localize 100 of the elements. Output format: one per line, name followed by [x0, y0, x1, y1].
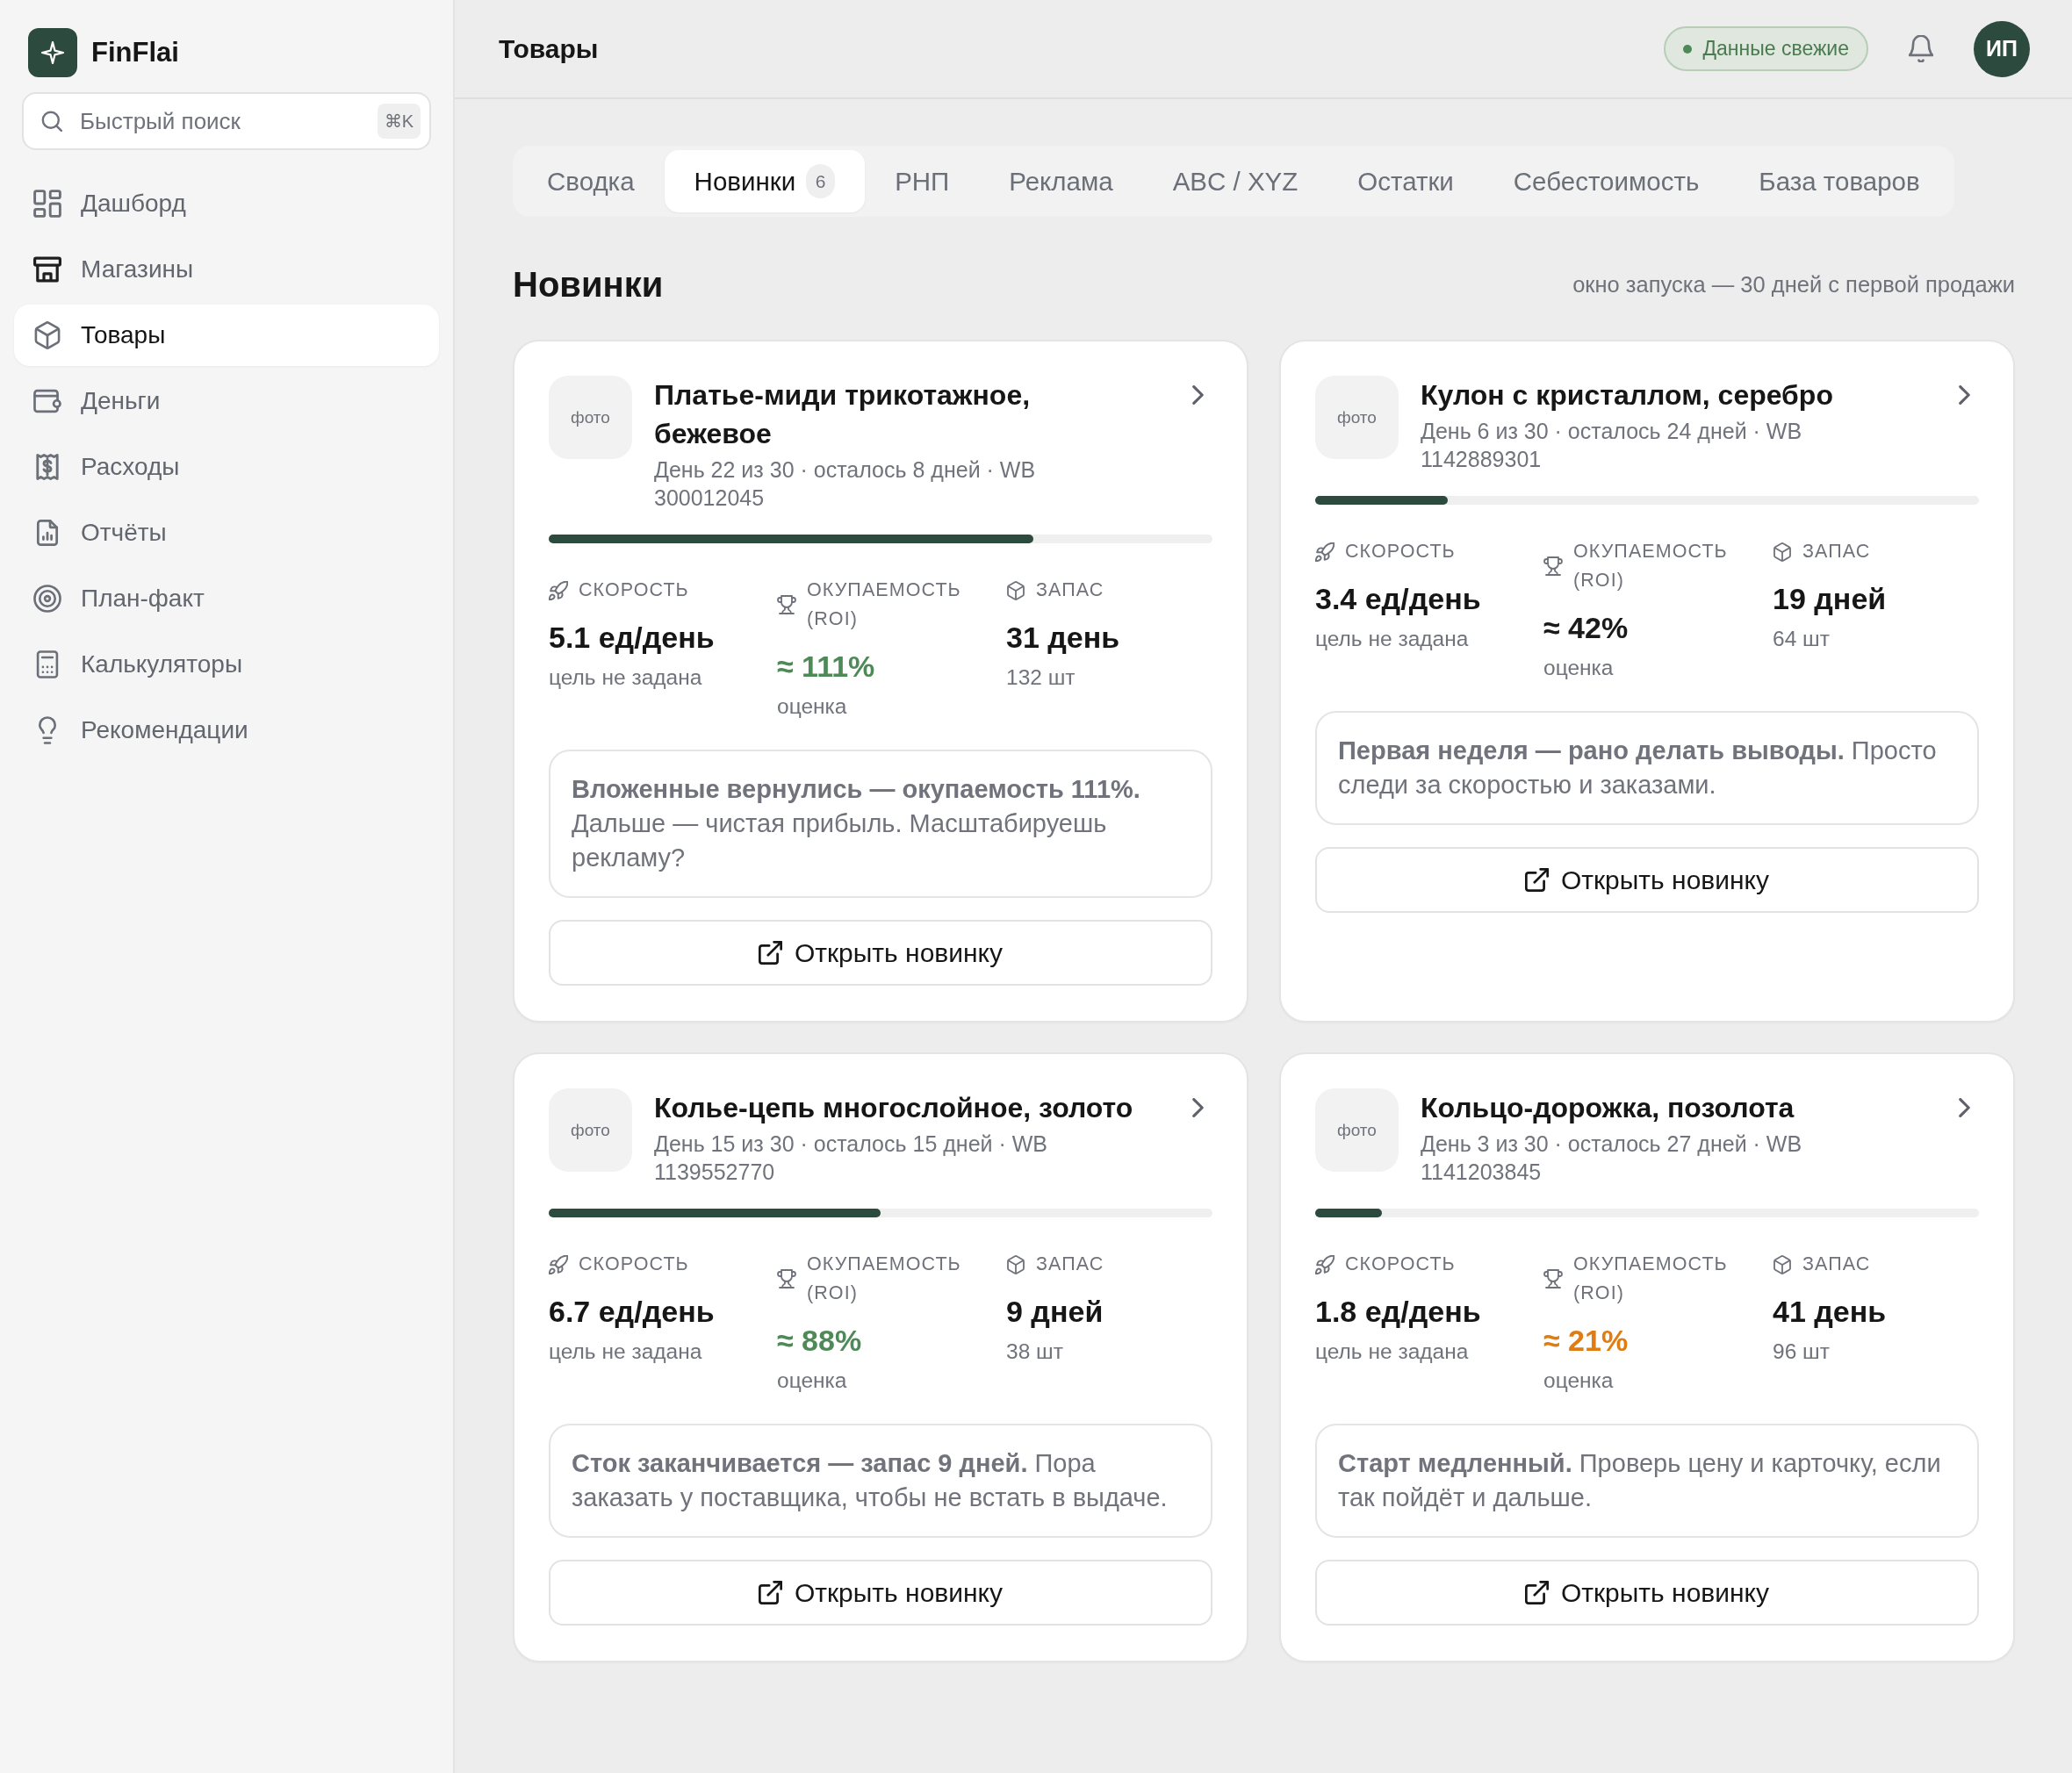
- metric-note: цель не задана: [1315, 1339, 1470, 1365]
- metric-note: 96 шт: [1773, 1339, 1831, 1365]
- metric-value: ≈ 111%: [777, 649, 876, 685]
- nav-item[interactable]: Расходы: [14, 436, 439, 498]
- chevron-right-icon[interactable]: [1959, 385, 1970, 405]
- nav-item[interactable]: Калькуляторы: [14, 634, 439, 695]
- tab[interactable]: ABC / XYZ: [1142, 150, 1328, 212]
- metric-label: СКОРОСТЬ: [579, 578, 689, 602]
- metric-value: 41 день: [1773, 1294, 1888, 1330]
- chevron-right-icon[interactable]: [1959, 1098, 1970, 1117]
- count-badge: 6: [806, 164, 836, 198]
- metric-value: 5.1 ед/день: [549, 620, 716, 656]
- advice-note: Сток заканчивается — запас 9 дней. Пора заказать у поставщика, чтобы не встать в выдаче.: [549, 1424, 1212, 1538]
- nav-item[interactable]: Деньги: [14, 370, 439, 432]
- status-dot-icon: [1683, 44, 1693, 54]
- page-title: Товары: [499, 33, 599, 64]
- metric-label: СКОРОСТЬ: [579, 1253, 689, 1276]
- nav-item[interactable]: Товары: [14, 305, 439, 366]
- cube-icon: [1773, 542, 1792, 562]
- metric-value: 3.4 ед/день: [1315, 581, 1482, 617]
- metric-label: ОКУПАЕМОСТЬ (ROI): [1573, 540, 1729, 592]
- photo-caption: фото: [1337, 407, 1377, 427]
- nav-item[interactable]: Магазины: [14, 239, 439, 300]
- open-product-button[interactable]: Открыть новинку: [549, 1560, 1212, 1626]
- metric-note: оценка: [1543, 1367, 1615, 1394]
- open-product-button[interactable]: Открыть новинку: [1315, 1560, 1979, 1626]
- cube-icon: [1006, 1254, 1025, 1274]
- metric-label: ОКУПАЕМОСТЬ (ROI): [1573, 1253, 1729, 1305]
- tab[interactable]: База товаров: [1729, 150, 1950, 212]
- nav-item[interactable]: Рекомендации: [14, 700, 439, 761]
- external-link-icon: [1524, 1581, 1549, 1604]
- shortcut-hint: ⌘K: [377, 104, 421, 139]
- trophy-icon: [777, 595, 796, 614]
- product-title: Колье-цепь многослойное, золото: [654, 1091, 1134, 1125]
- store-icon: [33, 255, 61, 284]
- chevron-right-icon[interactable]: [1192, 385, 1204, 405]
- metric-note: 64 шт: [1773, 626, 1831, 652]
- metric-note: оценка: [777, 693, 848, 720]
- metric-value: 9 дней: [1006, 1294, 1104, 1330]
- tab[interactable]: Остатки: [1327, 150, 1484, 212]
- section-title: Новинки: [513, 264, 664, 305]
- advice-note: Первая неделя — рано делать выводы. Просто следи за скоростью и заказами.: [1315, 711, 1979, 825]
- metric-value: ≈ 88%: [777, 1323, 863, 1359]
- search-icon: [41, 111, 62, 132]
- metric-value: 6.7 ед/день: [549, 1294, 716, 1330]
- product-title: Кулон с кристаллом, серебро: [1421, 378, 1834, 413]
- metric-value: ≈ 42%: [1543, 610, 1630, 646]
- status-label: Данные свежие: [1702, 37, 1849, 61]
- metric-label: ЗАПАС: [1802, 540, 1871, 563]
- nav-item[interactable]: Дашборд: [14, 173, 439, 234]
- bell-icon[interactable]: [1909, 35, 1933, 62]
- grid-icon: [33, 190, 61, 218]
- product-title: Платье-миди трикотажное, бежевое: [654, 378, 1032, 451]
- product-meta: День 15 из 30 · осталось 15 дней · WB 1139552770: [654, 1131, 1048, 1186]
- rocket-icon: [1315, 542, 1335, 562]
- cube-icon: [1773, 1254, 1792, 1274]
- metric-value: ≈ 21%: [1543, 1323, 1630, 1359]
- rocket-icon: [549, 1254, 568, 1274]
- metric-note: 132 шт: [1006, 664, 1076, 691]
- metric-note: оценка: [777, 1367, 848, 1394]
- product-meta: День 3 из 30 · осталось 27 дней · WB 1141203845: [1421, 1131, 1803, 1186]
- metric-note: оценка: [1543, 655, 1615, 681]
- open-product-button[interactable]: Открыть новинку: [1315, 847, 1979, 913]
- section-hint: окно запуска — 30 дней с первой продажи: [1572, 271, 2015, 298]
- metric-note: цель не задана: [549, 664, 703, 691]
- user-avatar[interactable]: ИП: [1974, 20, 2030, 77]
- open-product-button[interactable]: Открыть новинку: [549, 920, 1212, 986]
- target-icon: [33, 585, 61, 613]
- cube-icon: [1006, 580, 1025, 600]
- receipt-icon: [33, 453, 61, 481]
- nav-item[interactable]: План-факт: [14, 568, 439, 629]
- product-title: Кольцо-дорожка, позолота: [1421, 1091, 1795, 1125]
- metric-label: СКОРОСТЬ: [1345, 540, 1456, 563]
- photo-caption: фото: [571, 407, 610, 427]
- chevron-right-icon[interactable]: [1192, 1098, 1204, 1117]
- metric-value: 19 дней: [1773, 581, 1888, 617]
- metric-label: СКОРОСТЬ: [1345, 1253, 1456, 1276]
- external-link-icon: [758, 1581, 782, 1604]
- photo-caption: фото: [571, 1120, 610, 1140]
- metric-note: 38 шт: [1006, 1339, 1064, 1365]
- nav-item[interactable]: Отчёты: [14, 502, 439, 563]
- advice-note: Вложенные вернулись — окупаемость 111%. Дальше — чистая прибыль. Масштабируешь рекламу?: [549, 750, 1212, 898]
- metric-label: ЗАПАС: [1036, 1253, 1104, 1276]
- tab[interactable]: Реклама: [979, 150, 1143, 212]
- sparkle-logo-icon: [28, 28, 77, 77]
- rocket-icon: [549, 580, 568, 600]
- advice-note: Старт медленный. Проверь цену и карточку, если так пойдёт и дальше.: [1315, 1424, 1979, 1538]
- external-link-icon: [758, 941, 782, 965]
- brand-name: FinFlai: [91, 37, 179, 68]
- tab[interactable]: РНП: [865, 150, 980, 212]
- rocket-icon: [1315, 1254, 1335, 1274]
- metric-label: ОКУПАЕМОСТЬ (ROI): [807, 578, 962, 631]
- metric-label: ЗАПАС: [1036, 578, 1104, 602]
- tab[interactable]: Новинки 6: [664, 150, 866, 212]
- product-meta: День 22 из 30 · осталось 8 дней · WB 300012045: [654, 456, 1037, 512]
- trophy-icon: [1543, 556, 1563, 576]
- metric-value: 1.8 ед/день: [1315, 1294, 1482, 1330]
- photo-caption: фото: [1337, 1120, 1377, 1140]
- tab[interactable]: Себестоимость: [1483, 150, 1730, 212]
- tab[interactable]: Сводка: [517, 150, 665, 212]
